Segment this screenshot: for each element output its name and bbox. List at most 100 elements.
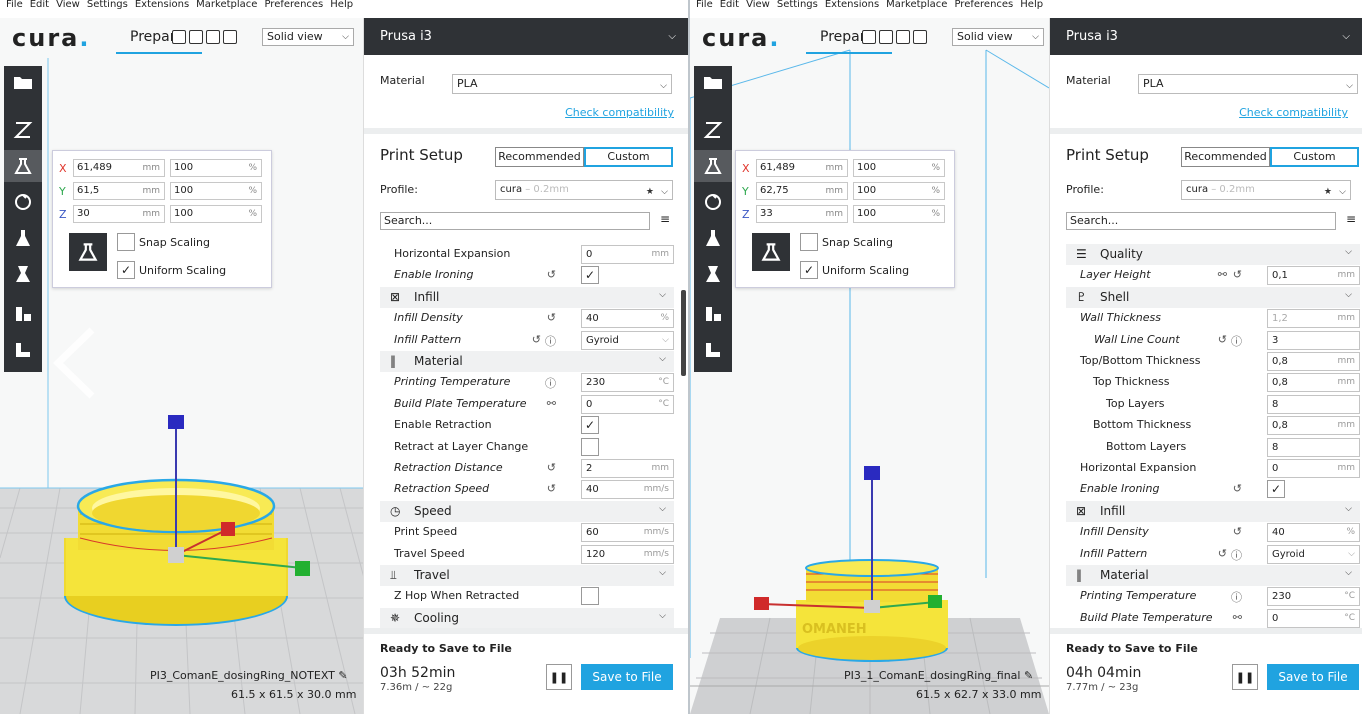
save-to-file-button[interactable]: Save to File <box>1267 664 1359 690</box>
setting-input[interactable]: 40 mm/s <box>581 480 674 500</box>
edit-pencil-icon[interactable]: ✎ <box>338 669 347 682</box>
support-blocker-icon[interactable] <box>4 298 42 330</box>
left-view-icon[interactable] <box>206 30 220 44</box>
setting-input[interactable]: 0,8 mm <box>1267 416 1360 436</box>
3d-viewport[interactable]: OMANEH <box>690 18 1049 714</box>
right-view-icon[interactable] <box>913 30 927 44</box>
support-blocker-icon[interactable] <box>694 298 732 330</box>
view-type-select[interactable]: Solid view ⌵ <box>952 28 1044 46</box>
per-model-settings-icon[interactable] <box>4 258 42 290</box>
menu-marketplace[interactable]: Marketplace <box>196 0 257 10</box>
menu-edit[interactable]: Edit <box>720 0 739 10</box>
info-icon[interactable]: ⓘ <box>545 375 556 391</box>
lay-flat-icon[interactable] <box>69 233 107 271</box>
star-icon[interactable]: ★ <box>646 183 654 201</box>
move-tool-icon[interactable] <box>694 114 732 146</box>
setting-input[interactable]: 230 °C <box>1267 587 1360 607</box>
profile-select[interactable]: cura – 0.2mm ★ ⌵ <box>495 180 673 200</box>
profile-select[interactable]: cura – 0.2mm ★ ⌵ <box>1181 180 1351 200</box>
scale-x-mm-input[interactable]: 61,489 mm <box>756 159 848 177</box>
menu-view[interactable]: View <box>746 0 770 10</box>
scale-tool-icon[interactable] <box>694 150 732 182</box>
move-tool-icon[interactable] <box>4 114 42 146</box>
category-material[interactable]: ‖ Material ⌵ <box>380 351 674 372</box>
setting-input[interactable]: 0 °C <box>1267 608 1360 628</box>
view-type-select[interactable]: Solid view ⌵ <box>262 28 354 46</box>
menu-extensions[interactable]: Extensions <box>825 0 879 10</box>
rotate-tool-icon[interactable] <box>694 186 732 218</box>
uniform-scaling-checkbox[interactable]: ✓ <box>117 261 135 279</box>
custom-mode-button[interactable]: Custom <box>1270 147 1359 167</box>
setting-input[interactable]: 8 <box>1267 437 1360 457</box>
menu-help[interactable]: Help <box>1020 0 1043 10</box>
custom-mode-button[interactable]: Custom <box>584 147 673 167</box>
rotate-tool-icon[interactable] <box>4 186 42 218</box>
setting-input[interactable]: 40% <box>581 309 674 329</box>
mirror-tool-icon[interactable] <box>694 222 732 254</box>
scale-y-mm-input[interactable]: 61,5 mm <box>73 182 165 200</box>
setting-input[interactable]: 0 mm <box>1267 459 1360 478</box>
save-to-file-button[interactable]: Save to File <box>581 664 673 690</box>
setting-input[interactable]: 0,8 mm <box>1267 373 1360 393</box>
recommended-mode-button[interactable]: Recommended <box>495 147 584 167</box>
setting-input[interactable]: 1,2 mm <box>1267 309 1360 329</box>
settings-search-input[interactable]: Search... <box>1066 212 1336 230</box>
link-icon[interactable]: ⚯ <box>1218 268 1227 281</box>
pause-slicing-button[interactable]: ❚❚ <box>546 664 572 690</box>
setting-select[interactable]: Gyroid ⌵ <box>581 330 674 350</box>
scale-z-mm-input[interactable]: 30 mm <box>73 205 165 223</box>
reset-icon[interactable]: ↺ <box>1218 547 1227 560</box>
setting-input[interactable]: 8 <box>1267 394 1360 414</box>
setting-input[interactable]: 0 mm <box>581 245 674 264</box>
snap-scaling-checkbox[interactable] <box>117 233 135 251</box>
category-shell[interactable]: ♇ Shell ⌵ <box>1066 286 1360 308</box>
info-icon[interactable]: ⓘ <box>1231 333 1242 349</box>
menu-marketplace[interactable]: Marketplace <box>886 0 947 10</box>
setting-input[interactable]: 230 °C <box>581 373 674 393</box>
reset-icon[interactable]: ↺ <box>1233 525 1242 538</box>
scale-y-mm-input[interactable]: 62,75 mm <box>756 182 848 200</box>
printer-selector[interactable]: Prusa i3 ⌵ <box>1050 18 1362 55</box>
scale-x-percent-input[interactable]: 100% <box>853 159 945 177</box>
menu-file[interactable]: File <box>696 0 713 10</box>
setting-checkbox[interactable] <box>581 587 599 606</box>
category-travel[interactable]: ⫫ Travel ⌵ <box>380 565 674 586</box>
info-icon[interactable]: ⓘ <box>1231 547 1242 563</box>
menu-preferences[interactable]: Preferences <box>264 0 323 10</box>
scale-y-percent-input[interactable]: 100% <box>170 182 262 200</box>
setting-checkbox[interactable]: ✓ <box>1267 480 1285 499</box>
reset-icon[interactable]: ↺ <box>1233 268 1242 281</box>
right-view-icon[interactable] <box>223 30 237 44</box>
open-file-icon[interactable] <box>4 66 42 98</box>
menu-extensions[interactable]: Extensions <box>135 0 189 10</box>
link-icon[interactable]: ⚯ <box>1233 611 1242 624</box>
menu-edit[interactable]: Edit <box>30 0 49 10</box>
setting-input[interactable]: 40% <box>1267 523 1360 543</box>
setting-checkbox[interactable]: ✓ <box>581 416 599 435</box>
settings-menu-icon[interactable]: ≡ <box>1346 212 1356 226</box>
scale-x-mm-input[interactable]: 61,489 mm <box>73 159 165 177</box>
scale-x-percent-input[interactable]: 100% <box>170 159 262 177</box>
reset-icon[interactable]: ↺ <box>532 333 541 346</box>
settings-scrollbar[interactable] <box>681 290 686 376</box>
setting-checkbox[interactable] <box>581 437 599 456</box>
setting-input[interactable]: 0,8 mm <box>1267 352 1360 371</box>
menu-settings[interactable]: Settings <box>87 0 128 10</box>
setting-select[interactable]: Gyroid ⌵ <box>1267 544 1360 564</box>
reset-icon[interactable]: ↺ <box>1233 482 1242 495</box>
edit-pencil-icon[interactable]: ✎ <box>1024 669 1033 682</box>
lay-flat-icon[interactable] <box>752 233 790 271</box>
scale-tool-icon[interactable] <box>4 150 42 182</box>
scale-y-percent-input[interactable]: 100% <box>853 182 945 200</box>
check-compatibility-link[interactable]: Check compatibility <box>565 106 674 119</box>
front-view-icon[interactable] <box>862 30 876 44</box>
setting-input[interactable]: 0,1 mm <box>1267 266 1360 286</box>
3d-viewport[interactable] <box>0 18 364 714</box>
scale-z-percent-input[interactable]: 100% <box>853 205 945 223</box>
material-select[interactable]: PLA ⌵ <box>452 74 672 94</box>
front-view-icon[interactable] <box>172 30 186 44</box>
reset-icon[interactable]: ↺ <box>547 482 556 495</box>
menu-help[interactable]: Help <box>330 0 353 10</box>
settings-search-input[interactable]: Search... <box>380 212 650 230</box>
menu-file[interactable]: File <box>6 0 23 10</box>
